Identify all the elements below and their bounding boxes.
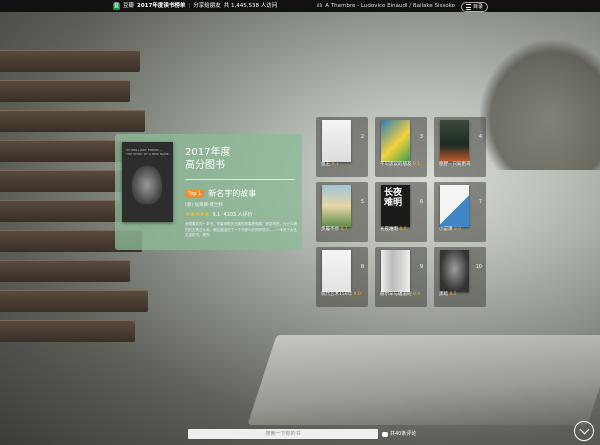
book-cover[interactable]: 长夜 难明 bbox=[381, 185, 410, 227]
book-title[interactable]: 新名字的故事 bbox=[208, 188, 256, 199]
book-tile[interactable]: 长夜 难明 6 长夜难明 8.6 bbox=[375, 182, 427, 242]
music-track[interactable]: A Thembre - Ludovico Einaudi / Ballake S… bbox=[325, 0, 455, 12]
page-title: 2017年度读书榜单 bbox=[137, 3, 186, 9]
top-bar: 豆 豆瓣 2017年度读书榜单 | 分享给朋友 共 1,445,538 人访问 … bbox=[0, 0, 600, 12]
book-cover[interactable] bbox=[322, 120, 351, 162]
book-tile[interactable]: 5 步履不停 8.7 bbox=[316, 182, 368, 242]
comment-count: 共40条评论 bbox=[390, 431, 417, 437]
book-tile[interactable]: 2 鱼王 9.1 bbox=[316, 117, 368, 177]
category-heading: 高分图书 bbox=[185, 160, 225, 171]
book-description: 我很喜欢的一本书。作者用很多元素的故事把莉娜，而描写的，为什么她们的友情这么深，… bbox=[185, 222, 297, 237]
comment-button[interactable]: 共40条评论 bbox=[382, 430, 416, 439]
featured-book-cover[interactable]: MY BRILLIANT FRIEND — THE STORY OF A NEW… bbox=[122, 142, 173, 222]
book-cover[interactable] bbox=[322, 185, 351, 227]
book-cover[interactable] bbox=[381, 250, 410, 292]
book-tile[interactable]: 3 不可思议的朋友 9.1 bbox=[375, 117, 427, 177]
book-cover[interactable] bbox=[322, 250, 351, 292]
book-cover[interactable] bbox=[440, 185, 469, 227]
search-input[interactable]: 搜索一下你的书 bbox=[188, 429, 378, 439]
share-link[interactable]: 分享给朋友 bbox=[193, 0, 221, 12]
book-tile[interactable]: 7 小说课 8.8 bbox=[434, 182, 486, 242]
scroll-down-button[interactable] bbox=[574, 421, 594, 441]
site-name[interactable]: 豆瓣 bbox=[123, 0, 134, 12]
rating-value: 9.1 bbox=[212, 211, 221, 218]
book-author: [意] 埃莱娜·费兰特 bbox=[185, 203, 223, 208]
book-cover[interactable] bbox=[440, 250, 469, 292]
menu-icon bbox=[465, 4, 471, 10]
book-tile[interactable]: 4 原野—只知更鸟 bbox=[434, 117, 486, 177]
music-bars-icon[interactable]: ıllı bbox=[317, 0, 323, 12]
douban-logo-icon[interactable]: 豆 bbox=[113, 2, 120, 10]
rating-count: 4103 人评价 bbox=[223, 212, 253, 218]
book-tile[interactable]: 9 赫尔辛与碾道的 8.9 bbox=[375, 247, 427, 307]
book-cover[interactable] bbox=[440, 120, 469, 162]
book-tile[interactable]: 8 现代艺术150年 9.0 bbox=[316, 247, 368, 307]
comment-bubble-icon bbox=[382, 432, 388, 437]
rank-badge: Top 1 bbox=[185, 189, 205, 198]
catalog-button[interactable]: 目录 bbox=[460, 2, 488, 12]
divider bbox=[185, 179, 295, 180]
chevron-down-icon bbox=[579, 424, 589, 435]
year-heading: 2017年度 bbox=[185, 147, 231, 158]
star-rating-icon: ★★★★★ bbox=[185, 211, 210, 218]
plant-shadow-image bbox=[480, 40, 600, 170]
visit-count: 共 1,445,538 人访问 bbox=[223, 3, 278, 9]
book-tile[interactable]: 10 黑暗 8.2 bbox=[434, 247, 486, 307]
open-book-image bbox=[247, 335, 600, 425]
book-cover[interactable] bbox=[381, 120, 410, 162]
catalog-label: 目录 bbox=[472, 4, 483, 10]
featured-book-card[interactable]: MY BRILLIANT FRIEND — THE STORY OF A NEW… bbox=[115, 134, 302, 250]
